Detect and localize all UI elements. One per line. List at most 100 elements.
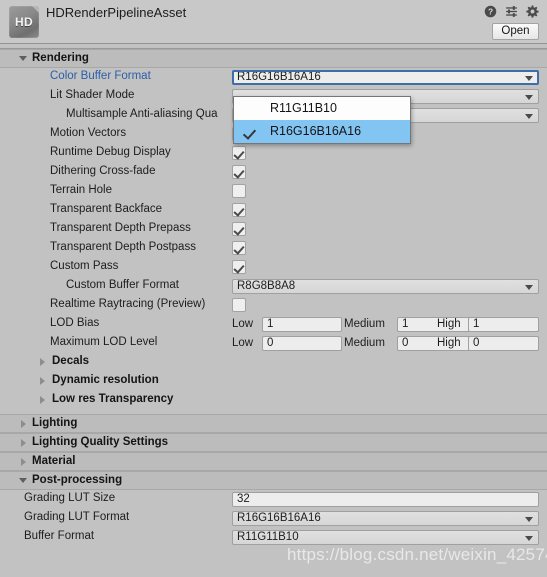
row-color-buffer-format: Color Buffer Format R16G16B16A16 [0,68,547,87]
chevron-down-icon [525,285,533,290]
label-msaa-quality: Multisample Anti-aliasing Qua [66,108,218,120]
checkbox-custom-pass[interactable] [232,260,246,274]
header-tool-buttons: ? [484,5,539,18]
chevron-down-icon [525,517,533,522]
row-terrain-hole: Terrain Hole [0,182,547,201]
row-realtime-raytracing: Realtime Raytracing (Preview) [0,296,547,315]
max-lod-high: High 0 [437,336,539,351]
label-terrain-hole: Terrain Hole [50,184,112,196]
lod-bias-high-input[interactable]: 1 [468,317,539,332]
section-header-material[interactable]: Material [0,452,547,471]
dropdown-buffer-format-value: R11G11B10 [237,531,299,543]
checkbox-transparent-depth-postpass[interactable] [232,241,246,255]
max-lod-medium-label: Medium [344,337,385,349]
chevron-down-icon [525,95,533,100]
label-grading-lut-format: Grading LUT Format [24,511,130,523]
section-header-rendering[interactable]: Rendering [0,49,547,68]
checkbox-realtime-raytracing[interactable] [232,298,246,312]
label-transparent-depth-postpass: Transparent Depth Postpass [50,241,196,253]
preset-icon[interactable] [505,5,518,18]
label-lit-shader-mode: Lit Shader Mode [50,89,135,101]
dropdown-option-r11g11b10[interactable]: R11G11B10 [234,97,410,120]
chevron-right-icon [21,420,26,428]
checkbox-dithering-cross-fade[interactable] [232,165,246,179]
section-header-lighting[interactable]: Lighting [0,414,547,433]
checkbox-transparent-depth-prepass[interactable] [232,222,246,236]
dropdown-custom-buffer-format[interactable]: R8G8B8A8 [232,279,539,294]
label-runtime-debug-display: Runtime Debug Display [50,146,171,158]
chevron-right-icon [40,396,45,404]
section-title-lighting-quality: Lighting Quality Settings [32,436,169,448]
row-buffer-format: Buffer Format R11G11B10 [0,528,547,547]
section-header-lighting-quality[interactable]: Lighting Quality Settings [0,433,547,452]
section-header-dynamic-resolution[interactable]: Dynamic resolution [0,372,547,391]
chevron-down-icon [525,114,533,119]
chevron-down-icon [19,478,27,483]
label-lod-bias: LOD Bias [50,317,100,329]
row-transparent-backface: Transparent Backface [0,201,547,220]
section-header-low-res-transparency[interactable]: Low res Transparency [0,391,547,410]
chevron-right-icon [21,439,26,447]
row-transparent-depth-prepass: Transparent Depth Prepass [0,220,547,239]
row-runtime-debug-display: Runtime Debug Display [0,144,547,163]
checkbox-runtime-debug-display[interactable] [232,146,246,160]
label-grading-lut-size: Grading LUT Size [24,492,116,504]
label-custom-buffer-format: Custom Buffer Format [66,279,179,291]
lod-bias-low-label: Low [232,318,254,330]
section-title-decals: Decals [52,355,90,367]
checkbox-transparent-backface[interactable] [232,203,246,217]
lod-bias-low-input[interactable]: 1 [262,317,342,332]
asset-title: HDRenderPipelineAsset [46,5,187,20]
row-grading-lut-format: Grading LUT Format R16G16B16A16 [0,509,547,528]
gear-icon[interactable] [526,5,539,18]
color-buffer-format-dropdown-menu[interactable]: R11G11B10 R16G16B16A16 [233,96,411,144]
section-title-lighting: Lighting [32,417,78,429]
chevron-down-icon [525,536,533,541]
inspector-window: HD HDRenderPipelineAsset ? Open Renderin… [0,0,547,577]
label-realtime-raytracing: Realtime Raytracing (Preview) [50,298,206,310]
dropdown-grading-lut-format[interactable]: R16G16B16A16 [232,511,539,526]
hd-asset-icon-label: HD [15,15,33,29]
label-motion-vectors: Motion Vectors [50,127,127,139]
dropdown-option-label: R16G16B16A16 [270,124,362,138]
row-custom-buffer-format: Custom Buffer Format R8G8B8A8 [0,277,547,296]
help-icon[interactable]: ? [484,5,497,18]
dropdown-color-buffer-format[interactable]: R16G16B16A16 [232,70,539,85]
section-title-dynamic-resolution: Dynamic resolution [52,374,159,386]
max-lod-low-input[interactable]: 0 [262,336,342,351]
dropdown-option-r16g16b16a16[interactable]: R16G16B16A16 [234,120,410,143]
label-dithering-cross-fade: Dithering Cross-fade [50,165,156,177]
chevron-right-icon [40,377,45,385]
label-custom-pass: Custom Pass [50,260,119,272]
row-lod-bias: LOD Bias Low 1 Medium 1 High 1 [0,315,547,334]
max-lod-high-input[interactable]: 0 [468,336,539,351]
row-grading-lut-size: Grading LUT Size 32 [0,490,547,509]
row-dithering-cross-fade: Dithering Cross-fade [0,163,547,182]
dropdown-grading-lut-format-value: R16G16B16A16 [237,512,321,524]
label-maximum-lod-level: Maximum LOD Level [50,336,158,348]
dropdown-custom-buffer-format-value: R8G8B8A8 [237,280,296,292]
section-header-decals[interactable]: Decals [0,353,547,372]
input-grading-lut-size[interactable]: 32 [232,492,539,507]
label-buffer-format: Buffer Format [24,530,95,542]
section-title-post-processing: Post-processing [32,474,123,486]
svg-text:?: ? [488,7,493,17]
dropdown-color-buffer-format-value: R16G16B16A16 [237,71,321,83]
checkbox-terrain-hole[interactable] [232,184,246,198]
max-lod-low-label: Low [232,337,254,349]
label-transparent-backface: Transparent Backface [50,203,163,215]
row-custom-pass: Custom Pass [0,258,547,277]
max-lod-high-label: High [437,337,461,349]
dropdown-option-label: R11G11B10 [270,101,337,115]
chevron-right-icon [40,358,45,366]
chevron-right-icon [21,458,26,466]
dropdown-buffer-format[interactable]: R11G11B10 [232,530,539,545]
hd-asset-icon: HD [9,6,39,38]
label-transparent-depth-prepass: Transparent Depth Prepass [50,222,191,234]
lod-bias-medium-label: Medium [344,318,385,330]
section-header-post-processing[interactable]: Post-processing [0,471,547,490]
section-title-material: Material [32,455,76,467]
section-title-rendering: Rendering [32,52,89,64]
lod-bias-high: High 1 [437,317,539,332]
open-button[interactable]: Open [492,23,539,40]
